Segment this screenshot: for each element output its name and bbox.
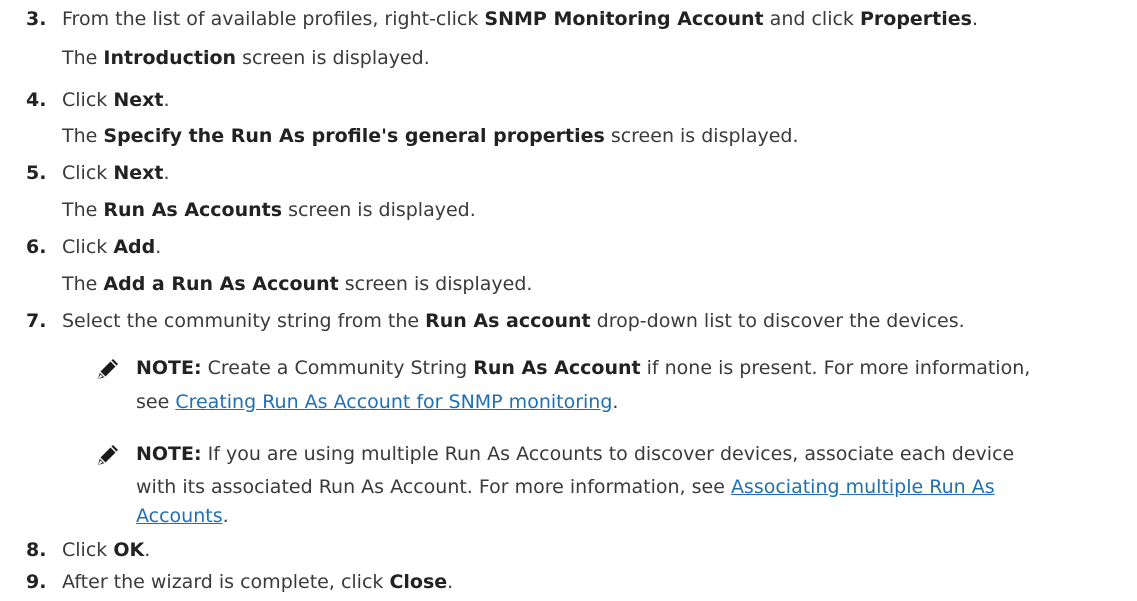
step-number: 7. (26, 310, 47, 332)
step-text: From the list of available profiles, rig… (62, 8, 979, 30)
step-text: Click Add. (62, 236, 162, 258)
pencil-note-icon (98, 445, 118, 465)
note-label: NOTE: (136, 443, 202, 465)
associating-multiple-run-as-link-cont[interactable]: Accounts (136, 505, 223, 527)
creating-run-as-account-link[interactable]: Creating Run As Account for SNMP monitor… (175, 391, 612, 413)
step-number: 3. (26, 8, 47, 30)
pencil-note-icon (98, 359, 118, 379)
step-result-text: The Introduction screen is displayed. (62, 47, 430, 69)
note-label: NOTE: (136, 357, 202, 379)
step-number: 6. (26, 236, 47, 258)
step-text: Click OK. (62, 539, 151, 561)
step-number: 5. (26, 162, 47, 184)
step-text: Select the community string from the Run… (62, 310, 965, 332)
step-number: 8. (26, 539, 47, 561)
step-number: 9. (26, 571, 47, 593)
step-text: Click Next. (62, 162, 170, 184)
step-number: 4. (26, 89, 47, 111)
step-result-text: The Add a Run As Account screen is displ… (62, 273, 533, 295)
associating-multiple-run-as-link[interactable]: Associating multiple Run As (731, 476, 995, 498)
step-result-text: The Specify the Run As profile's general… (62, 125, 799, 147)
step-text: Click Next. (62, 89, 170, 111)
step-text: After the wizard is complete, click Clos… (62, 571, 454, 593)
step-result-text: The Run As Accounts screen is displayed. (62, 199, 476, 221)
